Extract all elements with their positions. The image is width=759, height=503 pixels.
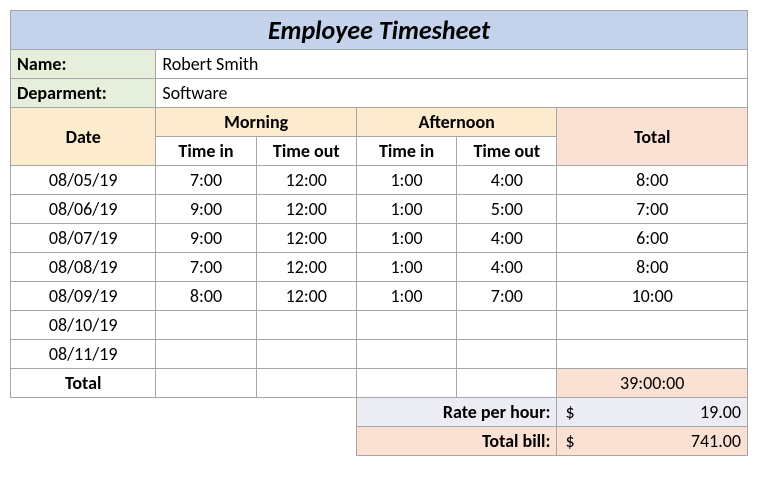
blank-area <box>11 398 357 427</box>
date-cell: 08/08/19 <box>11 253 156 282</box>
footer-total-value: 39:00:00 <box>557 369 748 398</box>
bill-value: $ 741.00 <box>557 427 748 456</box>
name-value[interactable]: Robert Smith <box>156 50 748 79</box>
header-date: Date <box>11 108 156 166</box>
footer-blank <box>256 369 356 398</box>
total-cell <box>557 311 748 340</box>
time-cell[interactable]: 4:00 <box>457 166 557 195</box>
timesheet-table: Employee Timesheet Name: Robert Smith De… <box>10 10 748 456</box>
header-morning-in: Time in <box>156 137 256 166</box>
time-cell[interactable]: 12:00 <box>256 253 356 282</box>
header-afternoon-in: Time in <box>356 137 456 166</box>
total-cell: 6:00 <box>557 224 748 253</box>
time-cell[interactable] <box>457 340 557 369</box>
table-row: 08/07/199:0012:001:004:006:00 <box>11 224 748 253</box>
total-cell: 8:00 <box>557 166 748 195</box>
total-cell: 7:00 <box>557 195 748 224</box>
time-cell[interactable] <box>256 311 356 340</box>
time-cell[interactable] <box>156 311 256 340</box>
date-cell: 08/07/19 <box>11 224 156 253</box>
time-cell[interactable]: 7:00 <box>156 166 256 195</box>
footer-total-label: Total <box>11 369 156 398</box>
table-row: 08/10/19 <box>11 311 748 340</box>
time-cell[interactable]: 1:00 <box>356 166 456 195</box>
bill-amount: 741.00 <box>691 430 741 452</box>
header-afternoon: Afternoon <box>356 108 557 137</box>
time-cell[interactable]: 1:00 <box>356 282 456 311</box>
bill-label: Total bill: <box>356 427 557 456</box>
table-row: 08/05/197:0012:001:004:008:00 <box>11 166 748 195</box>
header-total: Total <box>557 108 748 166</box>
time-cell[interactable]: 7:00 <box>156 253 256 282</box>
time-cell[interactable] <box>457 311 557 340</box>
header-morning: Morning <box>156 108 357 137</box>
table-row: 08/08/197:0012:001:004:008:00 <box>11 253 748 282</box>
header-morning-out: Time out <box>256 137 356 166</box>
rate-label: Rate per hour: <box>356 398 557 427</box>
time-cell[interactable]: 9:00 <box>156 195 256 224</box>
time-cell[interactable] <box>356 311 456 340</box>
rate-amount: 19.00 <box>700 401 741 423</box>
time-cell[interactable]: 4:00 <box>457 253 557 282</box>
time-cell[interactable] <box>156 340 256 369</box>
date-cell: 08/05/19 <box>11 166 156 195</box>
time-cell[interactable]: 1:00 <box>356 253 456 282</box>
total-cell <box>557 340 748 369</box>
time-cell[interactable]: 1:00 <box>356 195 456 224</box>
currency-symbol: $ <box>565 401 574 423</box>
time-cell[interactable]: 4:00 <box>457 224 557 253</box>
table-row: 08/11/19 <box>11 340 748 369</box>
time-cell[interactable]: 12:00 <box>256 224 356 253</box>
date-cell: 08/09/19 <box>11 282 156 311</box>
sheet-title: Employee Timesheet <box>11 11 748 50</box>
footer-blank <box>156 369 256 398</box>
department-label: Deparment: <box>11 79 156 108</box>
footer-blank <box>356 369 456 398</box>
date-cell: 08/11/19 <box>11 340 156 369</box>
total-cell: 8:00 <box>557 253 748 282</box>
time-cell[interactable] <box>256 340 356 369</box>
currency-symbol: $ <box>565 430 574 452</box>
time-cell[interactable]: 12:00 <box>256 195 356 224</box>
total-cell: 10:00 <box>557 282 748 311</box>
time-cell[interactable]: 1:00 <box>356 224 456 253</box>
rate-value[interactable]: $ 19.00 <box>557 398 748 427</box>
time-cell[interactable]: 7:00 <box>457 282 557 311</box>
time-cell[interactable]: 12:00 <box>256 166 356 195</box>
table-row: 08/09/198:0012:001:007:0010:00 <box>11 282 748 311</box>
time-cell[interactable]: 9:00 <box>156 224 256 253</box>
time-cell[interactable]: 12:00 <box>256 282 356 311</box>
time-cell[interactable]: 5:00 <box>457 195 557 224</box>
footer-blank <box>457 369 557 398</box>
date-cell: 08/10/19 <box>11 311 156 340</box>
department-value[interactable]: Software <box>156 79 748 108</box>
blank-area <box>11 427 357 456</box>
name-label: Name: <box>11 50 156 79</box>
date-cell: 08/06/19 <box>11 195 156 224</box>
time-cell[interactable] <box>356 340 456 369</box>
time-cell[interactable]: 8:00 <box>156 282 256 311</box>
header-afternoon-out: Time out <box>457 137 557 166</box>
table-row: 08/06/199:0012:001:005:007:00 <box>11 195 748 224</box>
